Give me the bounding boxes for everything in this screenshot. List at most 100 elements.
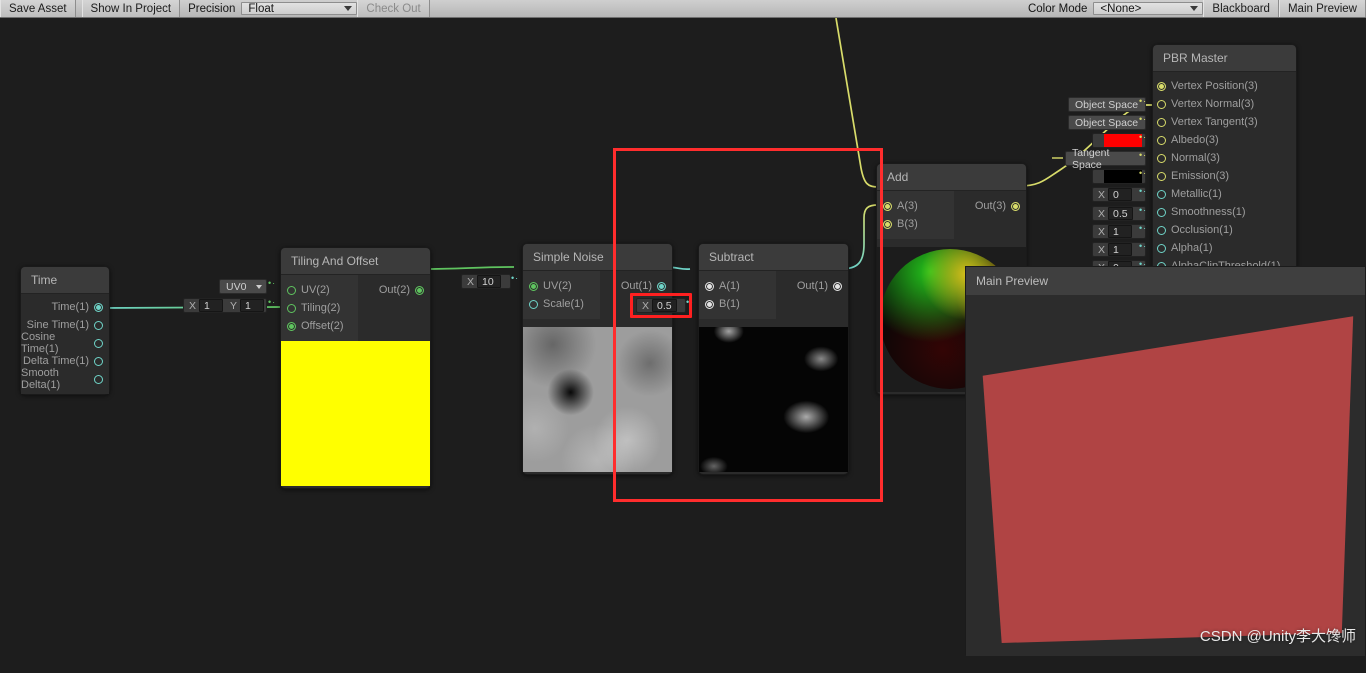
node-time-outputs: Time(1) Sine Time(1) Cosine Time(1) Delt…	[21, 294, 109, 394]
port-row[interactable]: Vertex Normal(3)	[1157, 95, 1296, 113]
main-preview-button[interactable]: Main Preview	[1278, 0, 1366, 17]
check-out-button[interactable]: Check Out	[357, 0, 430, 17]
output-slot-icon[interactable]	[94, 338, 103, 348]
main-preview-body[interactable]: CSDN @Unity李大馋师	[966, 295, 1365, 656]
pbr-smoothness-field[interactable]: X 0.5	[1092, 206, 1146, 221]
chevron-down-icon	[1190, 6, 1199, 11]
precision-dropdown[interactable]: Float	[241, 2, 358, 15]
chevron-down-icon	[256, 284, 262, 289]
pbr-normal-dropdown[interactable]: Tangent Space	[1065, 147, 1146, 171]
input-slot-icon[interactable]	[1157, 135, 1166, 145]
input-slot-icon[interactable]	[1157, 243, 1166, 253]
port-row[interactable]: Offset(2)	[287, 317, 358, 335]
color-mode-value: <None>	[1100, 2, 1142, 15]
port-row[interactable]: Out(3)	[954, 197, 1020, 215]
port-row[interactable]: Tiling(2)	[287, 299, 358, 317]
main-preview-window[interactable]: Main Preview CSDN @Unity李大馋师	[965, 266, 1366, 656]
tiling-connector-dots: •·	[268, 297, 277, 307]
input-slot-icon[interactable]	[1157, 207, 1166, 217]
tiling-offset-tiling-field[interactable]: X 1 Y 1	[183, 298, 267, 313]
output-slot-icon[interactable]	[94, 302, 103, 312]
alpha-x-label: X	[1098, 243, 1106, 256]
save-asset-button[interactable]: Save Asset	[0, 0, 76, 17]
port-row[interactable]: Alpha(1)	[1157, 239, 1296, 257]
albedo-connector-dots: •·	[1139, 132, 1148, 142]
input-slot-icon[interactable]	[1157, 153, 1166, 163]
port-row[interactable]: Scale(1)	[529, 295, 600, 313]
occlusion-connector-dots: •·	[1139, 223, 1148, 233]
input-slot-icon[interactable]	[883, 201, 892, 211]
metallic-x-label: X	[1098, 188, 1106, 201]
input-slot-icon[interactable]	[1157, 117, 1166, 127]
outputs: Out(2)	[358, 275, 430, 341]
blackboard-button[interactable]: Blackboard	[1203, 0, 1279, 17]
tiling-y-value[interactable]: 1	[240, 299, 265, 312]
port-row[interactable]: Cosine Time(1)	[21, 331, 109, 355]
port-row[interactable]: Vertex Tangent(3)	[1157, 113, 1296, 131]
color-mode-dropdown[interactable]: <None>	[1093, 2, 1204, 15]
port-row[interactable]: Normal(3)	[1157, 149, 1296, 167]
port-row[interactable]: Metallic(1)	[1157, 185, 1296, 203]
port-row[interactable]: Smoothness(1)	[1157, 203, 1296, 221]
alpha-connector-dots: •·	[1139, 241, 1148, 251]
port-row[interactable]: A(3)	[883, 197, 954, 215]
pbr-metallic-field[interactable]: X 0	[1092, 187, 1146, 202]
pbr-emission-swatch-field[interactable]	[1092, 169, 1146, 184]
emission-color-swatch[interactable]	[1104, 170, 1142, 183]
albedo-color-swatch[interactable]	[1104, 134, 1142, 147]
input-slot-icon[interactable]	[1157, 189, 1166, 199]
scale-connector-dots: •·	[511, 273, 520, 283]
input-slot-icon[interactable]	[287, 285, 296, 295]
chevron-down-icon	[344, 6, 353, 11]
pbr-vertex-normal-dropdown[interactable]: Object Space	[1068, 97, 1146, 112]
occlusion-x-value[interactable]: 1	[1108, 225, 1133, 238]
smoothness-x-value[interactable]: 0.5	[1108, 207, 1133, 220]
pbr-alpha-field[interactable]: X 1	[1092, 242, 1146, 257]
port-row[interactable]: UV(2)	[529, 277, 600, 295]
port-row[interactable]: Smooth Delta(1)	[21, 367, 109, 391]
tiling-y-label: Y	[230, 299, 238, 312]
alpha-x-value[interactable]: 1	[1108, 243, 1133, 256]
output-slot-icon[interactable]	[94, 320, 103, 330]
output-slot-icon[interactable]	[94, 356, 103, 366]
output-slot-icon[interactable]	[415, 285, 424, 295]
port-label: UV(2)	[543, 280, 572, 292]
port-label: Sine Time(1)	[26, 319, 89, 331]
input-slot-icon[interactable]	[1157, 99, 1166, 109]
show-in-project-button[interactable]: Show In Project	[81, 0, 181, 17]
input-slot-icon[interactable]	[529, 299, 538, 309]
input-slot-icon[interactable]	[287, 303, 296, 313]
port-label: Emission(3)	[1171, 170, 1230, 182]
output-slot-icon[interactable]	[94, 374, 103, 384]
input-slot-icon[interactable]	[1157, 81, 1166, 91]
node-time[interactable]: Time Time(1) Sine Time(1) Cosine Time(1)…	[20, 266, 110, 395]
input-slot-icon[interactable]	[1157, 171, 1166, 181]
preview-mesh-quad	[982, 316, 1354, 643]
port-label: Vertex Tangent(3)	[1171, 116, 1258, 128]
simple-noise-scale-field[interactable]: X 10	[461, 274, 511, 289]
smoothness-x-label: X	[1098, 207, 1106, 220]
port-row[interactable]: Albedo(3)	[1157, 131, 1296, 149]
port-row[interactable]: Vertex Position(3)	[1157, 77, 1296, 95]
input-slot-icon[interactable]	[1157, 225, 1166, 235]
uv-connector-dots: •·	[268, 278, 277, 288]
port-row[interactable]: Emission(3)	[1157, 167, 1296, 185]
port-row[interactable]: Time(1)	[21, 298, 109, 316]
port-row[interactable]: UV(2)	[287, 281, 358, 299]
outputs: Out(3)	[954, 191, 1026, 239]
tiling-offset-uv-dropdown[interactable]: UV0	[219, 279, 267, 294]
output-slot-icon[interactable]	[1011, 201, 1020, 211]
pbr-occlusion-field[interactable]: X 1	[1092, 224, 1146, 239]
port-row[interactable]: Occlusion(1)	[1157, 221, 1296, 239]
pbr-vertex-tangent-dropdown[interactable]: Object Space	[1068, 115, 1146, 130]
port-row[interactable]: B(3)	[883, 215, 954, 233]
input-slot-icon[interactable]	[287, 321, 296, 331]
node-tiling-and-offset[interactable]: Tiling And Offset UV(2) Tiling(2) Offset…	[280, 247, 431, 489]
scale-x-value[interactable]: 10	[477, 275, 502, 288]
input-slot-icon[interactable]	[529, 281, 538, 291]
port-row[interactable]: Out(2)	[358, 281, 424, 299]
input-slot-icon[interactable]	[883, 219, 892, 229]
tiling-x-value[interactable]: 1	[199, 299, 224, 312]
node-time-title: Time	[21, 267, 109, 294]
metallic-x-value[interactable]: 0	[1108, 188, 1133, 201]
